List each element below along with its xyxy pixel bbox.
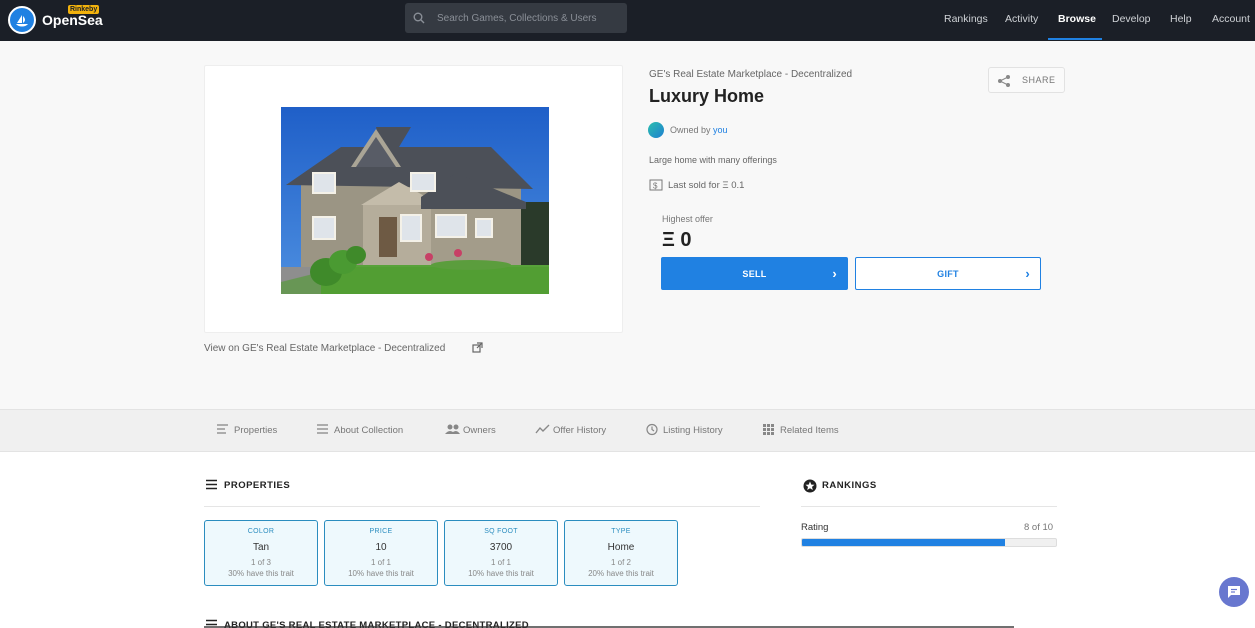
- owner-link[interactable]: you: [713, 125, 728, 135]
- tab-about-collection-label: About Collection: [334, 425, 404, 436]
- tab-related-items[interactable]: Related Items: [763, 424, 839, 436]
- sell-button[interactable]: SELL ›: [661, 257, 848, 290]
- chat-icon: [1228, 586, 1240, 598]
- properties-heading-label: PROPERTIES: [224, 480, 291, 491]
- grid-icon: [763, 424, 774, 435]
- properties-heading: PROPERTIES: [206, 479, 291, 491]
- tab-listing-history[interactable]: Listing History: [646, 423, 723, 436]
- search-icon: [413, 12, 425, 24]
- trait-count: 1 of 3: [250, 558, 271, 567]
- tab-about-collection[interactable]: About Collection: [317, 424, 404, 436]
- opensea-logo-icon[interactable]: [8, 6, 36, 34]
- nav-activity[interactable]: Activity: [1005, 13, 1038, 25]
- trait-rarity: 10% have this trait: [468, 569, 534, 578]
- rankings-heading: RANKINGS: [803, 479, 877, 493]
- brand-name[interactable]: OpenSea: [42, 12, 103, 28]
- list-icon: [217, 424, 228, 434]
- chevron-right-icon: ›: [1025, 266, 1030, 281]
- tab-listing-history-label: Listing History: [663, 425, 723, 436]
- trait-type: SQ FOOT: [484, 528, 518, 535]
- trait-count: 1 of 1: [490, 558, 511, 567]
- trait-value: Home: [607, 542, 635, 553]
- tab-owners[interactable]: Owners: [445, 424, 496, 436]
- ranking-progress-fill: [802, 539, 1006, 546]
- asset-description: Large home with many offerings: [649, 155, 777, 165]
- network-badge: Rinkeby: [68, 5, 100, 14]
- collection-name[interactable]: GE's Real Estate Marketplace - Decentral…: [649, 69, 852, 80]
- nav-rankings[interactable]: Rankings: [944, 13, 988, 25]
- list-icon: [206, 479, 217, 490]
- divider: [204, 506, 760, 507]
- tab-related-items-label: Related Items: [780, 425, 839, 436]
- gift-label: GIFT: [937, 269, 959, 279]
- svg-text:$: $: [653, 182, 658, 191]
- nav-develop[interactable]: Develop: [1112, 13, 1151, 25]
- ranking-progress-bar: [801, 538, 1057, 547]
- trait-card[interactable]: COLOR Tan 1 of 3 30% have this trait: [204, 520, 318, 586]
- tab-owners-label: Owners: [463, 425, 496, 436]
- top-nav: OpenSea Rinkeby Rankings Activity Browse…: [0, 0, 1255, 41]
- nav-browse[interactable]: Browse: [1058, 13, 1096, 25]
- tab-offer-history[interactable]: Offer History: [535, 424, 607, 436]
- people-icon: [445, 424, 460, 434]
- trait-type: TYPE: [611, 528, 631, 535]
- trait-card[interactable]: PRICE 10 1 of 1 10% have this trait: [324, 520, 438, 586]
- trait-card[interactable]: TYPE Home 1 of 2 20% have this trait: [564, 520, 678, 586]
- search-input[interactable]: [437, 3, 623, 33]
- share-label: SHARE: [1022, 75, 1056, 85]
- owner-avatar[interactable]: [648, 122, 664, 138]
- trait-type: COLOR: [247, 528, 275, 535]
- highest-offer-value: Ξ 0: [662, 229, 692, 251]
- divider: [801, 506, 1057, 507]
- tab-properties[interactable]: Properties: [217, 424, 278, 436]
- external-link-icon[interactable]: [472, 342, 483, 353]
- trait-type: PRICE: [369, 528, 393, 535]
- history-icon: [646, 423, 658, 436]
- chat-button[interactable]: [1219, 577, 1249, 607]
- owned-by-prefix: Owned by: [670, 125, 711, 135]
- search-box[interactable]: [405, 3, 627, 33]
- trait-value: 10: [375, 542, 387, 553]
- trait-card[interactable]: SQ FOOT 3700 1 of 1 10% have this trait: [444, 520, 558, 586]
- trait-value: 3700: [489, 542, 513, 553]
- tab-properties-label: Properties: [234, 425, 278, 436]
- ranking-label: Rating: [801, 522, 829, 533]
- view-on-marketplace-link[interactable]: View on GE's Real Estate Marketplace - D…: [204, 343, 445, 354]
- share-icon: [998, 75, 1010, 87]
- last-sold-text: Last sold for Ξ 0.1: [668, 180, 745, 191]
- price-tag-icon: $: [649, 179, 663, 191]
- paragraph-icon: [317, 424, 328, 434]
- trait-value: Tan: [252, 542, 270, 553]
- trait-count: 1 of 2: [610, 558, 631, 567]
- active-nav-indicator: [1048, 38, 1102, 40]
- asset-image[interactable]: [281, 107, 549, 294]
- trait-count: 1 of 1: [370, 558, 391, 567]
- highest-offer-label: Highest offer: [662, 214, 713, 224]
- owned-by-text: Owned by you: [670, 125, 728, 135]
- section-tabs: Properties About Collection Owners Offer…: [0, 409, 1255, 452]
- trend-icon: [535, 424, 550, 434]
- gift-button[interactable]: GIFT ›: [855, 257, 1041, 290]
- chevron-right-icon: ›: [832, 266, 837, 281]
- nav-help[interactable]: Help: [1170, 13, 1192, 25]
- ranking-value: 8 of 10: [1024, 522, 1054, 533]
- asset-title: Luxury Home: [649, 86, 765, 106]
- trait-rarity: 20% have this trait: [588, 569, 654, 578]
- rankings-heading-label: RANKINGS: [822, 480, 877, 491]
- share-button[interactable]: SHARE: [988, 67, 1065, 93]
- asset-image-card: [204, 65, 623, 333]
- nav-account[interactable]: Account: [1212, 13, 1250, 25]
- tab-offer-history-label: Offer History: [553, 425, 607, 436]
- trait-rarity: 10% have this trait: [348, 569, 414, 578]
- trait-rarity: 30% have this trait: [228, 569, 294, 578]
- sell-label: SELL: [742, 269, 767, 279]
- star-badge-icon: [803, 479, 817, 493]
